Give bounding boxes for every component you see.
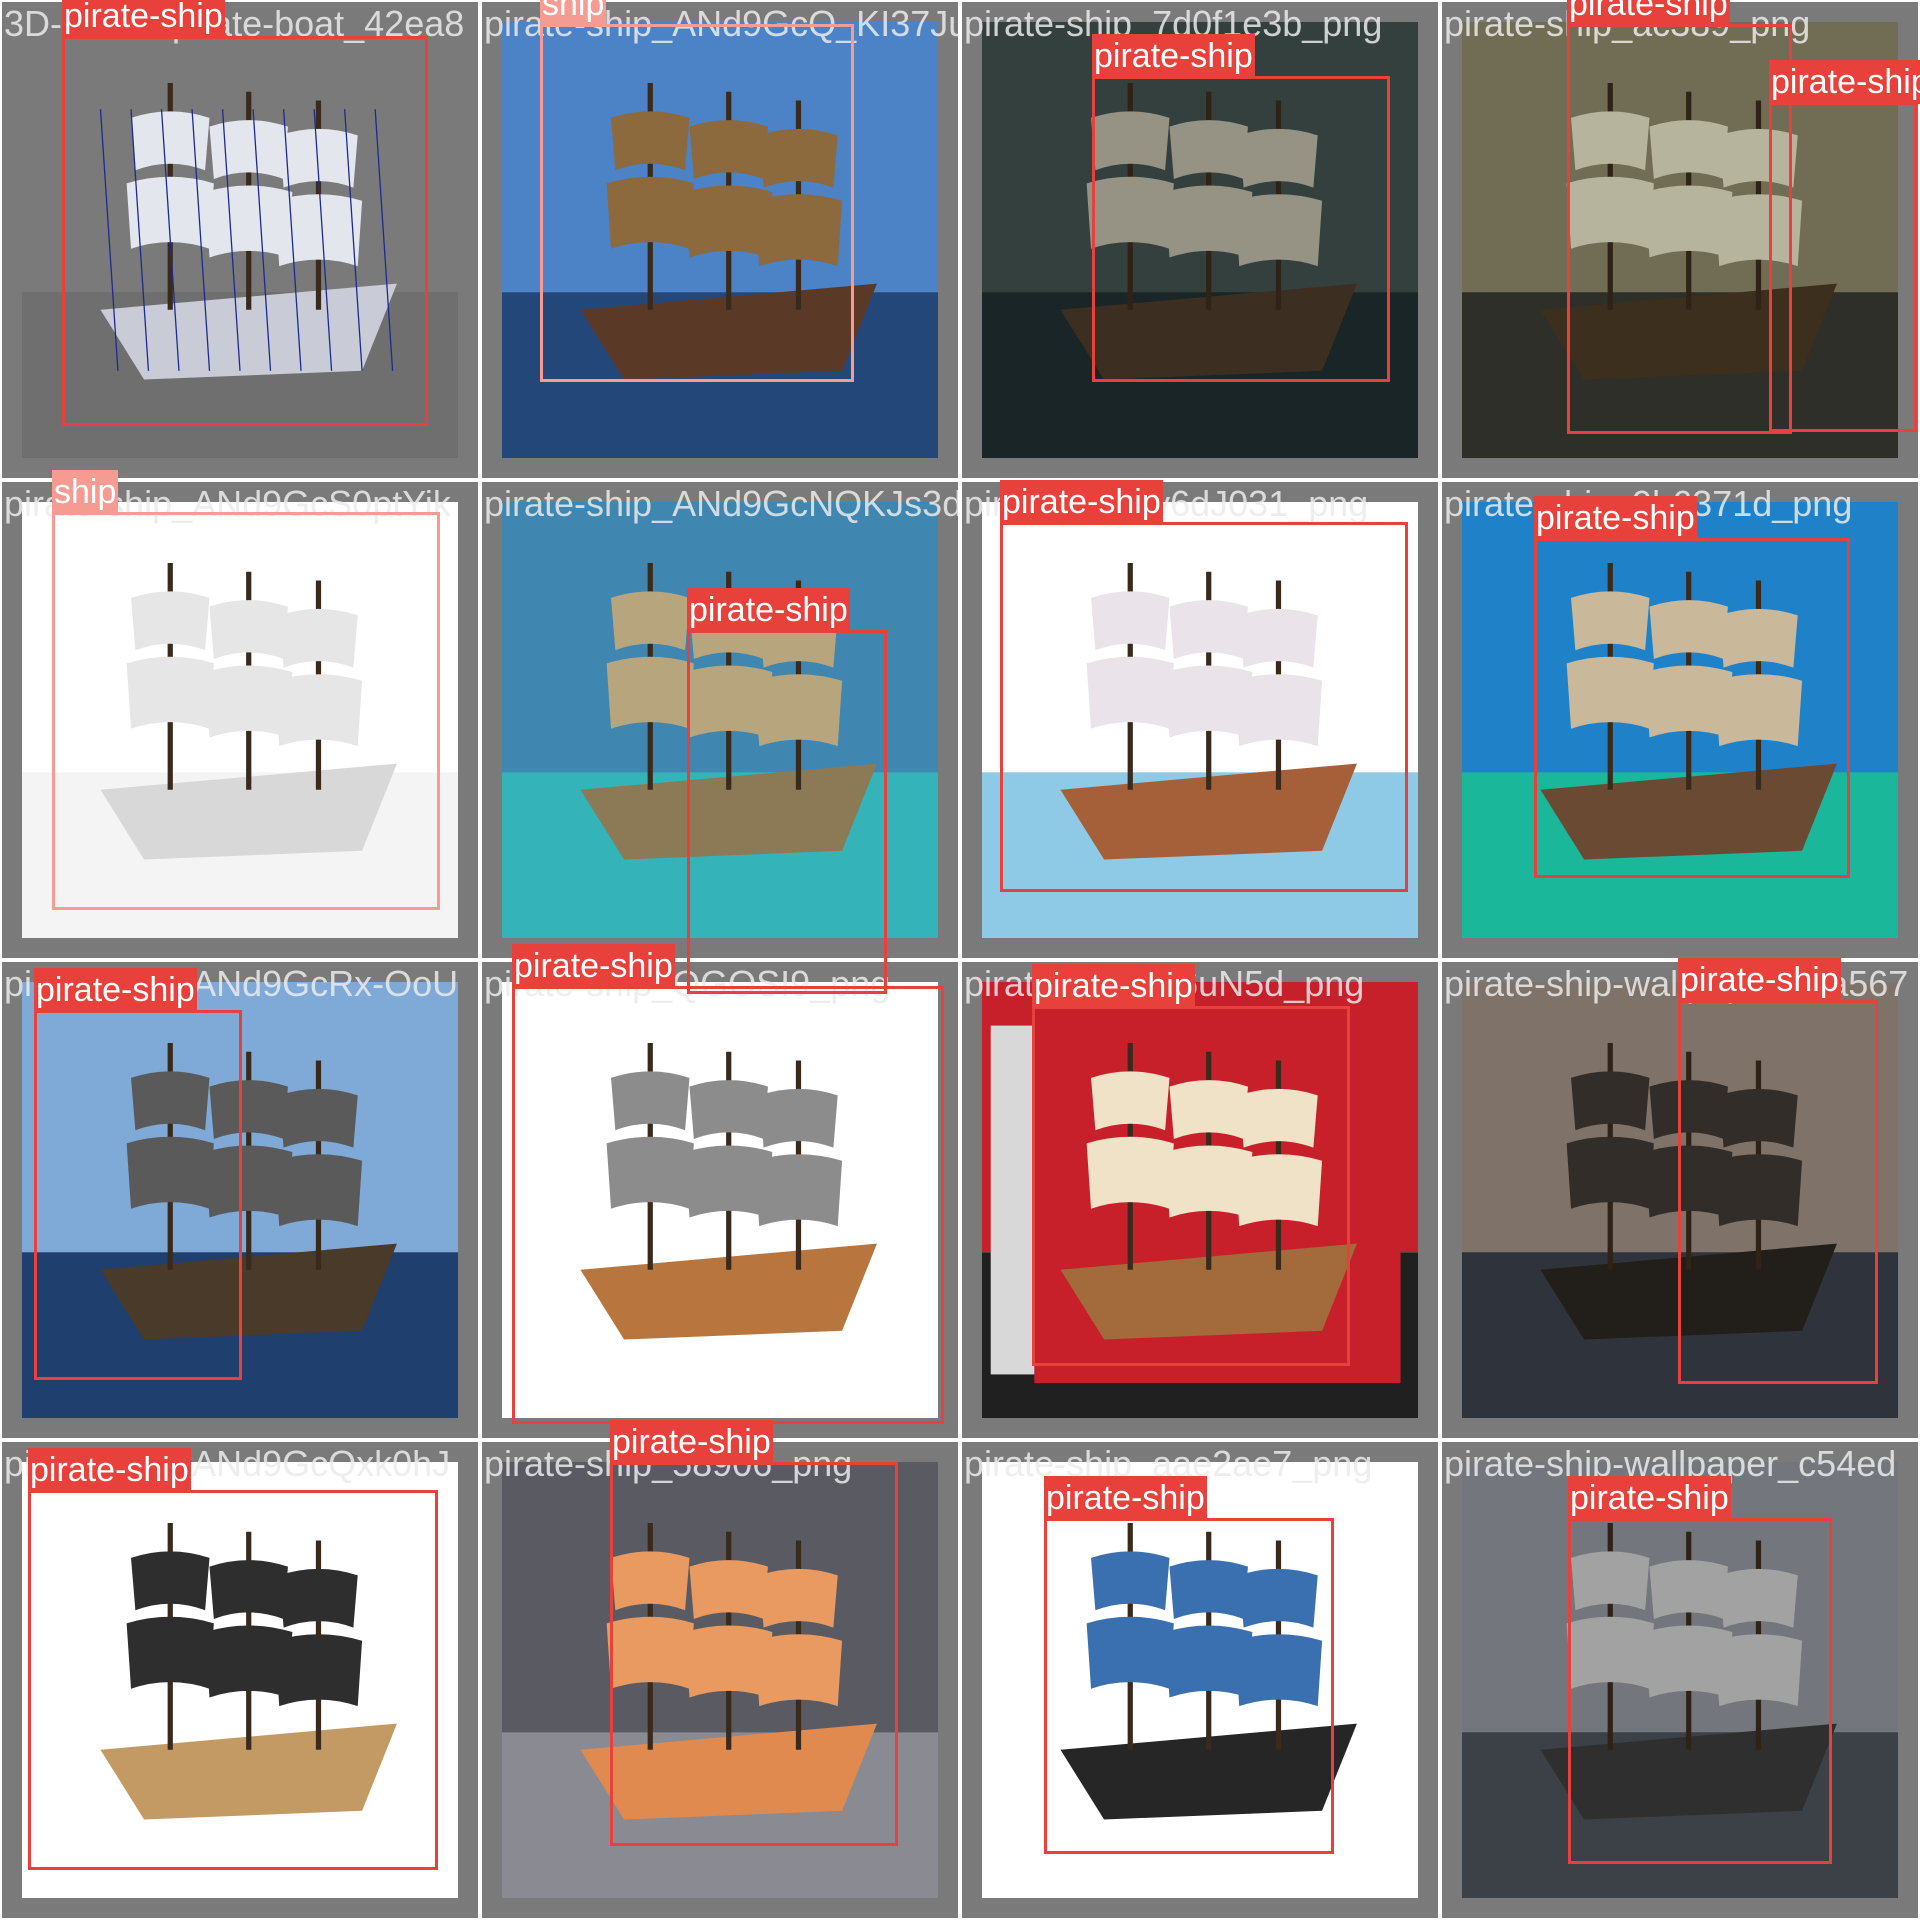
detection-box: pirate-ship bbox=[1567, 0, 1792, 434]
detection-box: pirate-ship bbox=[1000, 480, 1408, 892]
image-tile: pirate-ship_ANd9GcRx-OoU pirate-ship bbox=[0, 960, 480, 1440]
detection-label: pirate-ship bbox=[62, 0, 225, 38]
image-tile: pirate-ship_ANd9GcNQKJs3d pirate-ship bbox=[480, 480, 960, 994]
detection-label: pirate-ship bbox=[687, 588, 850, 632]
detection-label: pirate-ship bbox=[28, 1448, 191, 1492]
image-tile: pirate-ship_QGOSI9_png pirate-ship bbox=[480, 944, 960, 1440]
detection-box: ship bbox=[540, 0, 854, 382]
detection-label: pirate-ship bbox=[512, 944, 675, 988]
image-tile: pirate-ship-wallpaper_c54ed pirate-ship bbox=[1440, 1440, 1920, 1920]
detection-label: pirate-ship bbox=[1000, 480, 1163, 524]
image-tile: pirate-ship_U6uN5d_pngpirate-ship bbox=[960, 960, 1440, 1440]
detection-box: pirate-ship bbox=[610, 1420, 898, 1846]
image-tile: pirate-ship_9b6371d_pngpirate-ship bbox=[1440, 480, 1920, 960]
detection-box: pirate-ship bbox=[1568, 1476, 1832, 1864]
detection-label: pirate-ship bbox=[1534, 496, 1697, 540]
image-tile: pirate-ship_ANd9GcQxk0hJ pirate-ship bbox=[0, 1440, 480, 1920]
detection-grid: 3D-model-pirate-boat_42ea8 pirate-ship pir… bbox=[0, 0, 1920, 1920]
detection-label: pirate-ship bbox=[1568, 1476, 1731, 1520]
image-tile: pirate-ship_7d0f1e3b_png pirate-ship bbox=[960, 0, 1440, 480]
detection-box: pirate-ship bbox=[1032, 964, 1350, 1366]
detection-label: pirate-ship bbox=[1032, 964, 1195, 1008]
image-tile: pirate-ship_58906_pngpirate-ship bbox=[480, 1420, 960, 1920]
detection-box: pirate-ship bbox=[1534, 496, 1850, 878]
detection-box: pirate-ship bbox=[62, 0, 428, 426]
detection-label: pirate-ship bbox=[34, 968, 197, 1012]
detection-label: pirate-ship bbox=[610, 1420, 773, 1464]
detection-label: pirate-ship bbox=[1044, 1476, 1207, 1520]
detection-label: pirate-ship bbox=[1567, 0, 1730, 26]
detection-box: pirate-ship bbox=[34, 968, 242, 1380]
detection-label: ship bbox=[540, 0, 607, 26]
detection-box: pirate-ship bbox=[1769, 60, 1920, 432]
detection-label: ship bbox=[52, 470, 119, 514]
detection-box: pirate-ship bbox=[1044, 1476, 1334, 1854]
detection-box: ship bbox=[52, 470, 440, 910]
image-tile: pirate-ship_aae2ae7_png pirate-ship bbox=[960, 1440, 1440, 1920]
image-tile: pirate-ship_ANd9GcS0ptYik ship bbox=[0, 470, 480, 960]
detection-label: pirate-ship bbox=[1678, 958, 1841, 1002]
image-tile: pirate-ship_ANd9GcQ_KI37Ju ship bbox=[480, 0, 960, 480]
detection-box: pirate-ship bbox=[1678, 958, 1878, 1384]
image-tile: 3D-model-pirate-boat_42ea8 pirate-ship bbox=[0, 0, 480, 480]
detection-box: pirate-ship bbox=[1092, 34, 1390, 382]
detection-box: pirate-ship bbox=[687, 588, 887, 994]
detection-box: pirate-ship bbox=[28, 1448, 438, 1870]
image-tile: pirate-ship_ac389_pngpirate-shippirate-s… bbox=[1440, 0, 1920, 480]
image-tile: pirate-ship_y6dJ031_png pirate-ship bbox=[960, 480, 1440, 960]
image-tile: pirate-ship-wallpaper_f0a567 pirate-ship bbox=[1440, 958, 1920, 1440]
detection-box: pirate-ship bbox=[512, 944, 944, 1424]
detection-label: pirate-ship bbox=[1769, 60, 1920, 104]
detection-label: pirate-ship bbox=[1092, 34, 1255, 78]
